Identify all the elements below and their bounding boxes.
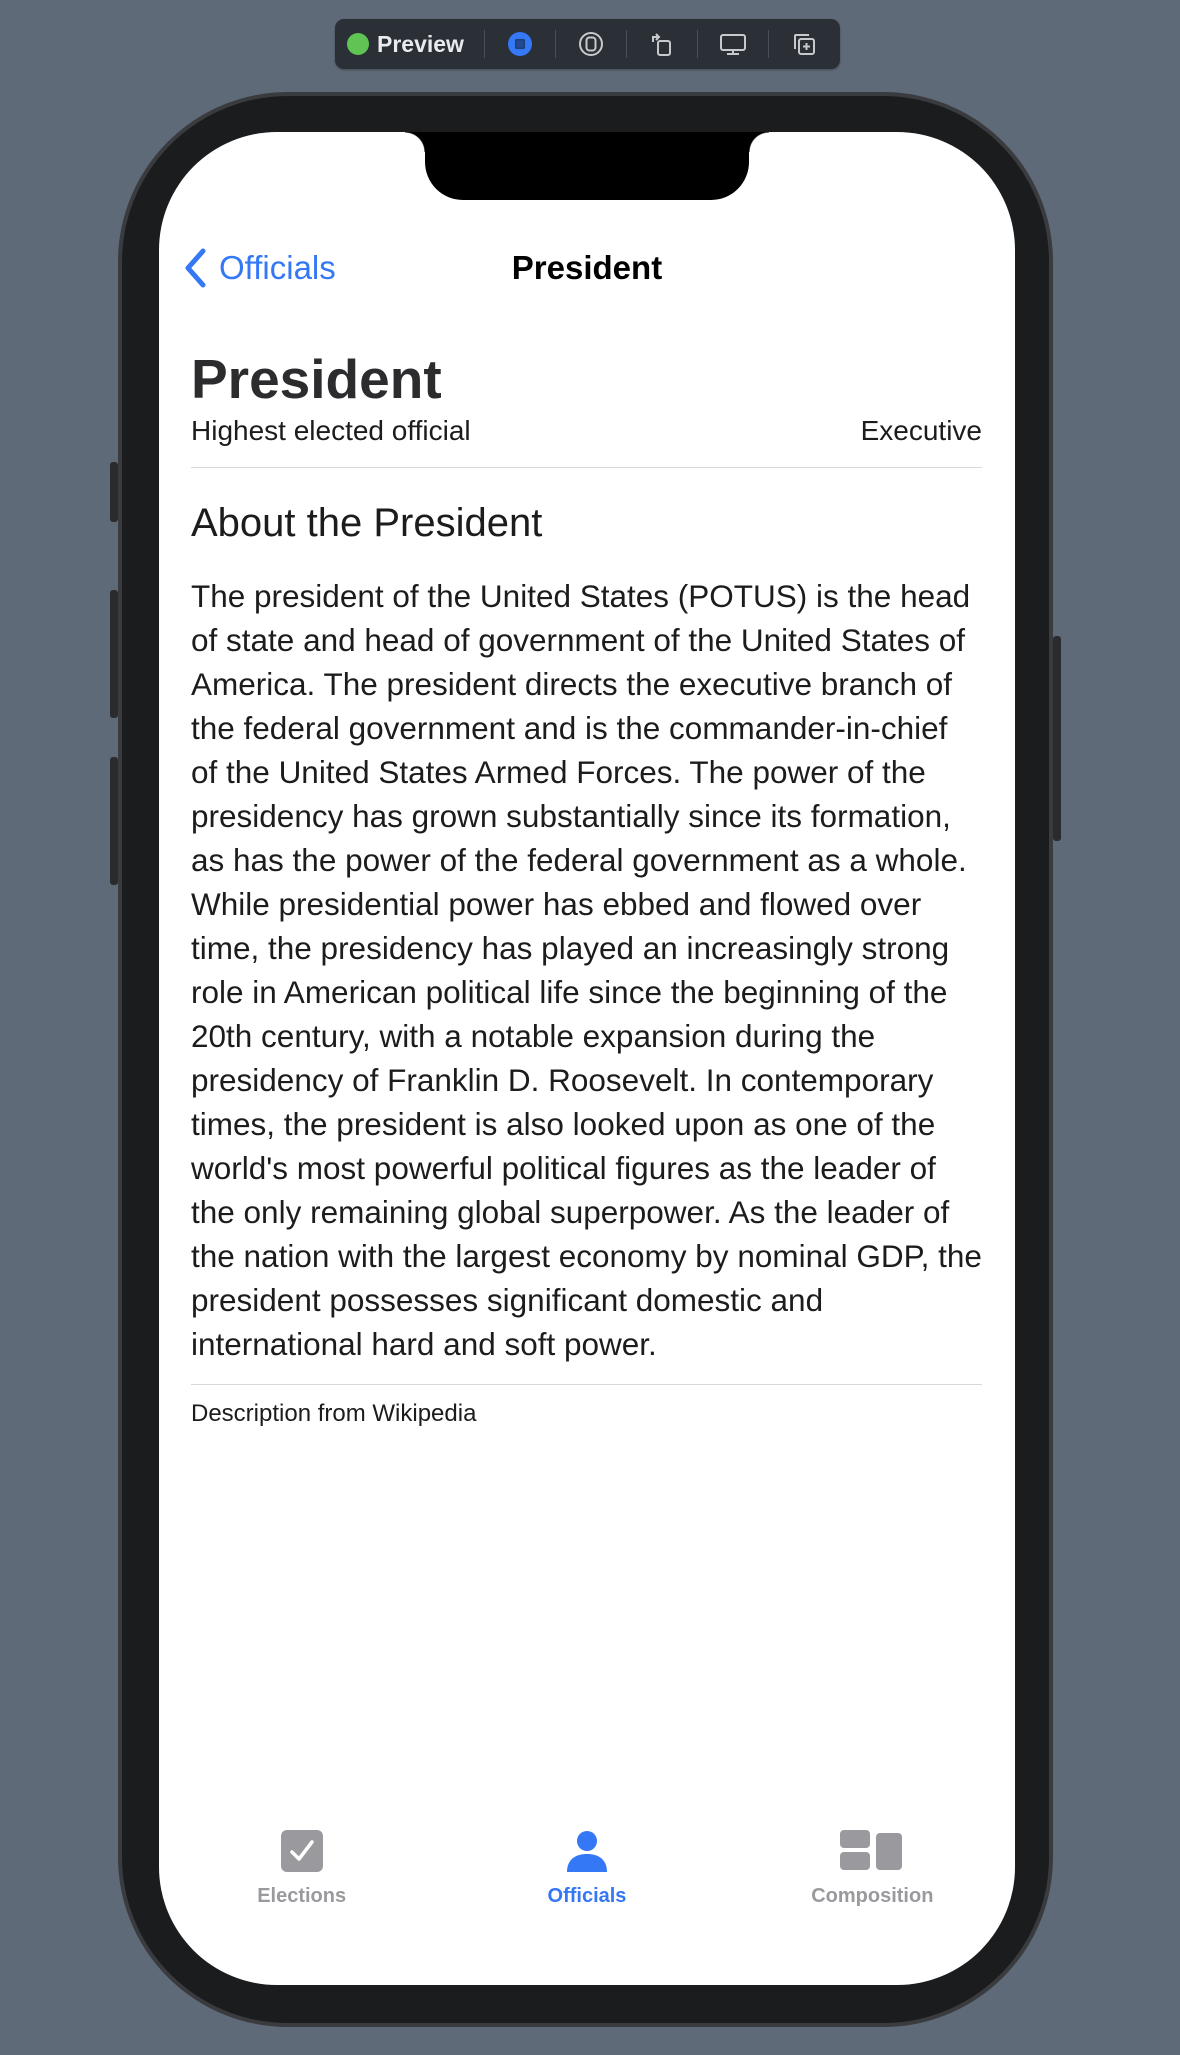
divider — [191, 467, 982, 468]
power-button — [1053, 636, 1061, 841]
description-source: Description from Wikipedia — [191, 1400, 477, 1427]
tab-composition[interactable]: Composition — [772, 1827, 972, 1927]
about-heading: About the President — [191, 501, 543, 545]
tab-label: Elections — [257, 1885, 347, 1907]
checkmark-square-icon — [280, 1830, 323, 1872]
office-detail: President Highest elected official Execu… — [191, 347, 982, 1429]
tab-elections[interactable]: Elections — [202, 1827, 402, 1927]
volume-up-button — [110, 590, 118, 718]
chevron-left-icon — [185, 248, 206, 288]
preview-toolbar: Preview — [335, 19, 840, 69]
phone-screen: President Officials President Highest el… — [159, 132, 1015, 1985]
duplicate-preview-button[interactable] — [769, 19, 839, 69]
office-subtitle: Highest elected official — [191, 415, 471, 446]
notch — [405, 132, 769, 200]
back-label: Officials — [219, 249, 336, 286]
tab-label: Composition — [811, 1885, 934, 1907]
office-subtitle-row: Highest elected official Executive — [191, 411, 982, 451]
live-icon — [507, 32, 532, 56]
tab-bar: Elections Officials Composition — [159, 1827, 1015, 1927]
rotate-button[interactable] — [627, 19, 697, 69]
rotate-icon — [651, 33, 671, 56]
device-settings-button[interactable] — [698, 19, 768, 69]
preview-status[interactable]: Preview — [347, 19, 484, 69]
person-icon — [566, 1831, 607, 1872]
selectable-button[interactable] — [556, 19, 626, 69]
duplicate-icon — [793, 34, 815, 55]
tab-officials[interactable]: Officials — [487, 1827, 687, 1927]
volume-down-button — [110, 757, 118, 885]
selectable-icon — [578, 32, 603, 56]
tab-label: Officials — [547, 1885, 627, 1907]
back-button[interactable]: Officials — [183, 242, 336, 294]
live-preview-button[interactable] — [485, 19, 555, 69]
mute-switch — [110, 462, 118, 522]
office-branch: Executive — [860, 415, 982, 446]
layout-blocks-icon — [840, 1830, 903, 1870]
divider — [191, 1384, 982, 1385]
status-dot-icon — [347, 33, 369, 55]
device-settings-icon — [719, 34, 746, 55]
about-description: The president of the United States (POTU… — [191, 578, 982, 1362]
preview-label: Preview — [377, 30, 464, 57]
page-title: President — [191, 348, 442, 410]
navigation-bar: President Officials — [159, 242, 1015, 294]
